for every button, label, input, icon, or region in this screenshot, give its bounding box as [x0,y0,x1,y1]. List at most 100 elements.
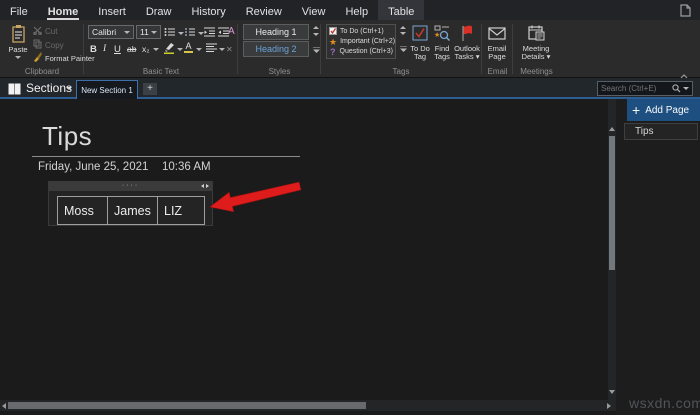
highlight-button[interactable] [163,42,183,56]
copy-button[interactable]: Copy [33,39,64,51]
subscript-button[interactable]: x₂ [142,42,159,56]
tab-home[interactable]: Home [38,0,89,20]
tab-insert[interactable]: Insert [88,0,136,20]
delete-button[interactable]: ✕ [226,42,233,56]
tab-help[interactable]: Help [335,0,378,20]
font-color-caret[interactable] [196,42,202,56]
clear-formatting-button[interactable]: A [228,24,235,38]
table-cell[interactable]: Moss [57,196,108,225]
tab-history[interactable]: History [181,0,235,20]
search-input[interactable] [601,84,672,93]
notebook-icon[interactable] [8,82,21,100]
decrease-indent-button[interactable] [204,27,215,39]
format-painter-button[interactable]: Format Painter [33,52,95,64]
tag-important[interactable]: ★ Important (Ctrl+2) [329,37,395,46]
horizontal-scrollbar-thumb[interactable] [8,402,366,409]
note-container-header[interactable]: ···· [49,182,212,191]
font-size-combo[interactable]: 11 [136,25,161,39]
styles-scroll-buttons[interactable] [311,26,321,58]
clipboard-icon [11,24,26,43]
scroll-down-icon[interactable] [609,390,615,394]
add-page-label: Add Page [645,104,690,116]
table-cell[interactable]: LIZ [157,196,205,225]
bold-icon: B [90,43,97,55]
ribbon-tab-bar: File Home Insert Draw History Review Vie… [0,0,700,20]
tag-question-label: Question (Ctrl+3) [339,48,394,55]
title-divider [32,156,300,157]
copy-label: Copy [45,40,64,50]
find-tags-label: Find Tags [434,44,450,62]
table-cell[interactable]: James [107,196,158,225]
tab-draw[interactable]: Draw [136,0,182,20]
envelope-icon [488,24,506,42]
scroll-left-icon[interactable] [2,403,6,409]
italic-button[interactable]: I [103,42,106,56]
numbered-list-button[interactable] [184,27,204,39]
tags-group-label: Tags [392,67,410,76]
tag-todo[interactable]: To Do (Ctrl+1) [329,26,393,37]
find-tags-icon: ★ [434,24,450,42]
tags-gallery-scroll[interactable] [398,24,408,59]
bold-button[interactable]: B [90,42,97,56]
note-container[interactable]: ···· Moss James LIZ [48,181,213,226]
search-scope-caret-icon[interactable] [683,87,689,90]
styles-group-label: Styles [268,67,291,76]
strikethrough-button[interactable]: ab [127,42,136,56]
basic-text-group-label: Basic Text [142,67,180,76]
outlook-tasks-button[interactable]: Outlook Tasks ▾ [453,24,481,62]
add-section-button[interactable]: + [143,83,157,95]
tab-table[interactable]: Table [378,0,425,20]
page-title[interactable]: Tips [42,121,92,152]
style-heading1[interactable]: Heading 1 [243,24,309,40]
font-color-button[interactable]: A [184,42,193,56]
styles-scroll-up-icon [313,26,319,29]
collapse-ribbon-icon[interactable] [680,66,688,79]
find-tags-button[interactable]: ★ Find Tags [432,24,452,62]
scroll-up-icon[interactable] [609,127,615,131]
tags-gallery: To Do (Ctrl+1) ★ Important (Ctrl+2) ? Qu… [326,24,396,59]
tab-review[interactable]: Review [236,0,292,20]
bullet-list-button[interactable] [164,27,184,39]
font-name-combo[interactable]: Calibri [88,25,134,39]
meeting-details-label: Meeting Details ▾ [521,44,551,62]
clear-formatting-icon: A [228,25,235,37]
align-caret-icon [219,47,225,51]
underline-button[interactable]: U [114,42,121,56]
tab-view[interactable]: View [292,0,336,20]
page-canvas[interactable]: Tips Friday, June 25, 2021 10:36 AM ····… [0,99,608,415]
paste-button[interactable]: Paste [4,24,32,59]
drag-handle-dots[interactable]: ···· [49,181,212,190]
horizontal-scrollbar[interactable] [0,400,616,411]
add-page-button[interactable]: + Add Page [627,99,700,121]
meeting-details-button[interactable]: Meeting Details ▾ [513,24,559,62]
page-date: Friday, June 25, 2021 [38,161,149,173]
strikethrough-icon: ab [127,44,137,54]
tab-file[interactable]: File [0,0,38,20]
font-name-value: Calibri [92,27,117,37]
cut-button[interactable]: Cut [33,26,57,37]
section-tab-new-section-1[interactable]: New Section 1 [76,80,138,99]
section-tab-label: New Section 1 [81,85,133,95]
paste-label: Paste [8,45,28,54]
question-mark-icon: ? [330,46,336,57]
delete-x-icon: ✕ [226,44,233,54]
todo-tag-button[interactable]: To Do Tag [409,24,431,62]
scroll-right-icon[interactable] [607,403,611,409]
search-icon[interactable] [672,80,681,98]
outlook-tasks-label: Outlook Tasks ▾ [454,44,480,62]
vertical-scrollbar[interactable] [608,99,616,400]
styles-more-icon [312,40,320,58]
todo-tag-icon [412,24,428,42]
cut-label: Cut [45,27,58,36]
font-color-bar-icon [184,51,193,53]
paragraph-align-button[interactable] [206,42,225,56]
search-box [597,81,693,96]
page-list-sidebar: + Add Page Tips [616,99,700,415]
tag-question[interactable]: ? Question (Ctrl+3) [329,47,393,57]
page-time: 10:36 AM [162,161,211,173]
email-group-label: Email [487,67,508,76]
style-heading2[interactable]: Heading 2 [243,41,309,57]
email-page-button[interactable]: Email Page [482,24,512,62]
page-list-item-tips[interactable]: Tips [624,123,698,140]
vertical-scrollbar-thumb[interactable] [609,136,615,270]
